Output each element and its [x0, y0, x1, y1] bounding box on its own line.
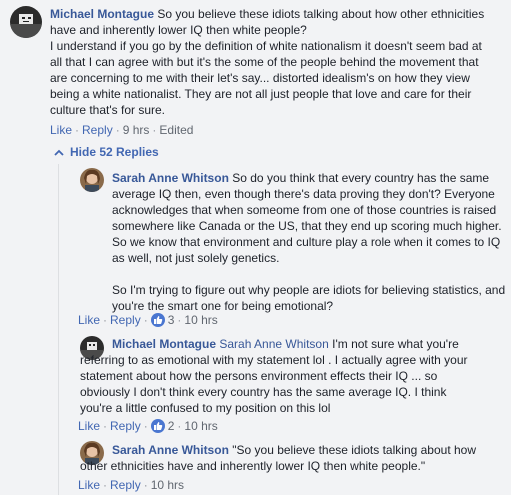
comment-actions: Like · Reply · 3 · 10 hrs	[78, 313, 218, 327]
comment-author[interactable]: Michael Montague	[50, 7, 154, 21]
comment-text: So you believe these idiots talking abou…	[157, 7, 485, 21]
comment-author[interactable]: Michael Montague	[112, 337, 216, 351]
comment-text: all that I can agree with but it's the s…	[50, 55, 479, 69]
comment-michael-1: Michael Montague So you believe these id…	[0, 0, 511, 140]
comment-text: average IQ then, even though there's dat…	[112, 187, 495, 201]
reply-michael-2: Michael Montague Sarah Anne Whitson I'm …	[0, 330, 511, 435]
comment-text: culture that's for sure.	[50, 103, 166, 117]
comment-text: obviously I don't think every country ha…	[80, 385, 447, 399]
hide-replies-button[interactable]: Hide 52 Replies	[54, 144, 159, 160]
comment-text: are concerning to me with their let's sa…	[50, 71, 470, 85]
reply-button[interactable]: Reply	[82, 123, 113, 137]
comment-text: have and inherently lower IQ then white …	[50, 23, 307, 37]
thumbs-up-icon[interactable]	[150, 419, 165, 433]
comment-text: as well, not just solely genetics.	[112, 251, 280, 265]
reply-sarah-1: Sarah Anne Whitson So do you think that …	[0, 165, 511, 330]
comment-text: I understand if you go by the definition…	[50, 39, 482, 53]
timestamp[interactable]: 9 hrs	[123, 123, 150, 137]
comment-actions: Like · Reply · 9 hrs · Edited	[50, 123, 194, 137]
comment-actions: Like · Reply · 2 · 10 hrs	[78, 419, 218, 433]
avatar[interactable]	[80, 168, 104, 192]
comment-text: I'm not sure what you're	[332, 337, 459, 351]
comment-author[interactable]: Sarah Anne Whitson	[112, 443, 229, 457]
comment-text: being a white nationalist. They are not …	[50, 87, 472, 101]
comment-text: somewhere like Canada or the US, that th…	[112, 219, 502, 233]
reply-button[interactable]: Reply	[110, 313, 141, 327]
mention-link[interactable]: Sarah Anne Whitson	[219, 337, 328, 351]
chevron-up-icon	[54, 144, 64, 160]
timestamp[interactable]: 10 hrs	[151, 478, 184, 492]
comment-author[interactable]: Sarah Anne Whitson	[112, 171, 229, 185]
timestamp[interactable]: 10 hrs	[184, 419, 217, 433]
comment-text: So we know that environment and culture …	[112, 235, 501, 249]
comment-text: acknowledges that when someome from one …	[112, 203, 497, 217]
timestamp[interactable]: 10 hrs	[184, 313, 217, 327]
comment-text: So do you think that every country has t…	[232, 171, 490, 185]
like-count[interactable]: 2	[168, 419, 175, 433]
reply-button[interactable]: Reply	[110, 478, 141, 492]
comment-text: you're a little confused to my position …	[80, 401, 331, 415]
like-button[interactable]: Like	[50, 123, 72, 137]
like-button[interactable]: Like	[78, 313, 100, 327]
hide-replies-label: Hide 52 Replies	[70, 145, 159, 159]
edited-label[interactable]: Edited	[159, 123, 193, 137]
thumbs-up-icon[interactable]	[150, 313, 165, 327]
comment-text: referring to as emotional with my statem…	[80, 353, 468, 367]
comment-text: "So you believe these idiots talking abo…	[232, 443, 476, 457]
like-button[interactable]: Like	[78, 419, 100, 433]
like-button[interactable]: Like	[78, 478, 100, 492]
reply-sarah-3: Sarah Anne Whitson "So you believe these…	[0, 436, 511, 495]
reply-button[interactable]: Reply	[110, 419, 141, 433]
comment-text: other ethnicities have and inherently lo…	[80, 459, 426, 473]
comment-text: So I'm trying to figure out why people a…	[112, 283, 506, 297]
avatar[interactable]	[10, 6, 42, 38]
like-count[interactable]: 3	[168, 313, 175, 327]
comment-actions: Like · Reply · 10 hrs	[78, 478, 185, 492]
comment-text: statement about how the persons environm…	[80, 369, 438, 383]
